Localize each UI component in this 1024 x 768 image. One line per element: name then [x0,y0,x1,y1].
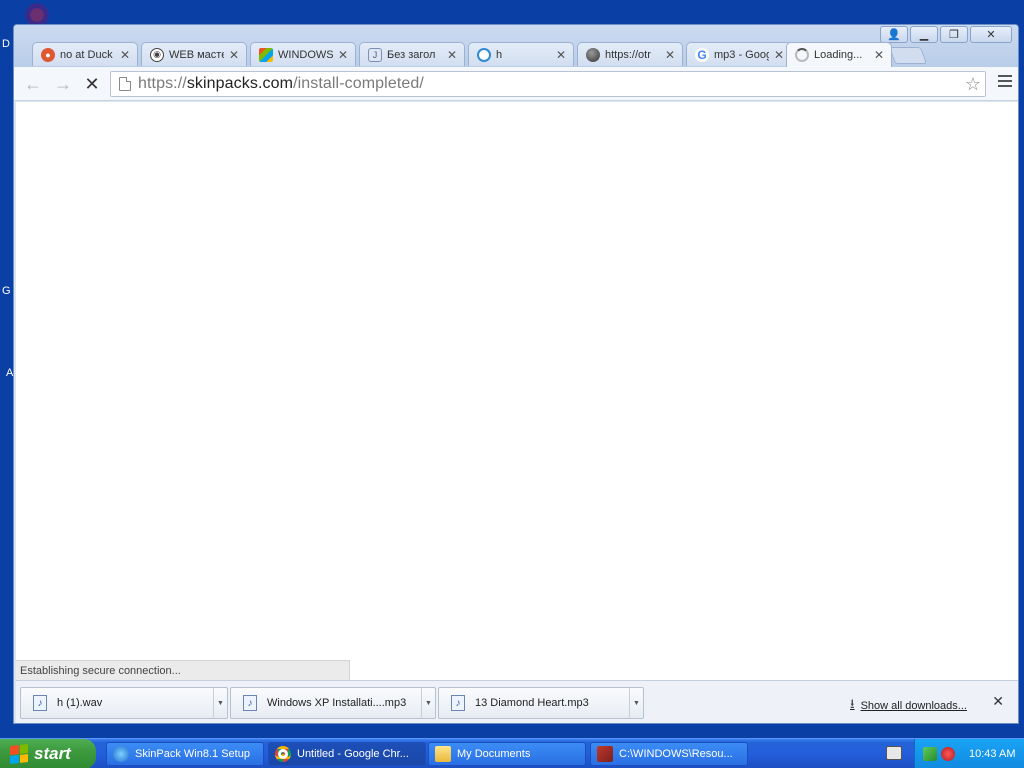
tab-windows[interactable]: WINDOWS ✕ [250,42,356,66]
download-item[interactable]: ♪ 13 Diamond Heart.mp3 ▼ [438,687,644,719]
maximize-button[interactable]: ❐ [940,26,968,43]
tab-close-icon[interactable]: ✕ [446,48,458,62]
download-filename: 13 Diamond Heart.mp3 [475,697,589,709]
tab-h[interactable]: h ✕ [468,42,574,66]
downloads-shelf: ♪ h (1).wav ▼ ♪ Windows XP Installati...… [16,680,1018,723]
tab-label: mp3 - Goog [714,48,769,61]
clock[interactable]: 10:43 AM [969,748,1015,760]
tab-close-icon[interactable]: ✕ [228,48,240,62]
download-icon: ⭳ [850,696,855,711]
resource-hacker-icon [597,746,613,762]
taskbar-button-label: C:\WINDOWS\Resou... [619,748,733,760]
google-icon: G [695,47,709,62]
taskbar-button-label: SkinPack Win8.1 Setup [135,748,250,760]
taskbar-button-resource[interactable]: C:\WINDOWS\Resou... [590,742,748,766]
tab-web-master[interactable]: ◉ WEB масте ✕ [141,42,247,66]
globe-icon [586,47,600,62]
tab-otr[interactable]: https://otr ✕ [577,42,683,66]
security-alert-icon[interactable] [941,747,955,761]
start-label: start [34,744,71,763]
download-dropdown-icon[interactable]: ▼ [421,688,435,718]
network-icon[interactable] [923,747,937,761]
loading-spinner-icon [795,48,809,62]
page-icon [119,77,131,91]
url-domain: skinpacks.com [186,75,294,92]
url-text[interactable]: https://skinpacks.com/install-completed/ [138,75,424,93]
shield-page-icon: J [368,47,382,62]
download-item[interactable]: ♪ h (1).wav ▼ [20,687,228,719]
tab-label: WEB масте [169,48,224,61]
status-bubble: Establishing secure connection... [16,660,350,680]
back-button[interactable]: ← [22,74,44,94]
taskbar-button-my-documents[interactable]: My Documents [428,742,586,766]
close-shelf-icon[interactable]: ✕ [992,693,1004,710]
download-dropdown-icon[interactable]: ▼ [213,688,227,718]
tab-untitled[interactable]: J Без загол ✕ [359,42,465,66]
tab-label: h [496,48,503,61]
address-bar[interactable]: https://skinpacks.com/install-completed/… [110,71,986,97]
tab-label: Без загол [387,48,436,61]
taskbar-button-label: Untitled - Google Chr... [297,748,409,760]
tab-label: no at Duck [60,48,113,61]
close-window-button[interactable]: ✕ [970,26,1012,43]
tab-label: https://otr [605,48,651,61]
folder-icon [435,746,451,762]
audio-file-icon: ♪ [243,695,257,711]
show-all-downloads-link[interactable]: ⭳ Show all downloads... [850,695,967,717]
tab-google-mp3[interactable]: G mp3 - Goog ✕ [686,42,792,66]
setup-icon [113,746,129,762]
download-dropdown-icon[interactable]: ▼ [629,688,643,718]
tab-close-icon[interactable]: ✕ [773,48,785,62]
taskbar: start SkinPack Win8.1 Setup Untitled - G… [0,738,1024,768]
keyboard-layout-icon[interactable] [886,746,902,760]
tab-strip: ● no at Duck ✕ ◉ WEB масте ✕ WINDOWS ✕ J… [14,25,1018,67]
taskbar-button-skinpack[interactable]: SkinPack Win8.1 Setup [106,742,264,766]
new-tab-button[interactable] [888,47,928,64]
audio-file-icon: ♪ [33,695,47,711]
show-all-downloads-label: Show all downloads... [860,700,967,712]
system-tray: 10:43 AM [914,739,1024,768]
tab-close-icon[interactable]: ✕ [119,48,131,62]
tab-duckduckgo[interactable]: ● no at Duck ✕ [32,42,138,66]
user-profile-button[interactable]: 👤 [880,26,908,43]
eye-logo-icon: ◉ [150,47,164,62]
tab-close-icon[interactable]: ✕ [555,48,567,62]
download-item[interactable]: ♪ Windows XP Installati....mp3 ▼ [230,687,436,719]
tab-close-icon[interactable]: ✕ [873,48,885,62]
tab-loading[interactable]: Loading... ✕ [786,42,892,67]
taskbar-button-chrome[interactable]: Untitled - Google Chr... [268,742,426,766]
desktop-icon-label-fragment: G [2,285,11,297]
duckduckgo-icon: ● [41,47,55,62]
tab-close-icon[interactable]: ✕ [664,48,676,62]
stop-button[interactable]: ✕ [81,74,103,94]
windows-flag-icon [10,744,28,764]
desktop-icon-label-fragment: D [2,38,10,50]
page-content [16,102,1018,680]
bookmark-star-icon[interactable]: ☆ [965,74,981,95]
window-controls: 👤 ▁ ❐ ✕ [878,26,1012,43]
chrome-menu-icon[interactable] [998,75,1012,90]
tab-label: Loading... [814,49,863,61]
minimize-button[interactable]: ▁ [910,26,938,43]
audio-file-icon: ♪ [451,695,465,711]
download-filename: h (1).wav [57,697,103,709]
forward-button[interactable]: → [52,74,74,94]
chrome-icon [275,746,291,762]
tab-label: WINDOWS [278,48,333,61]
chrome-window: ● no at Duck ✕ ◉ WEB масте ✕ WINDOWS ✕ J… [13,24,1019,724]
url-path: /install-completed/ [293,75,424,92]
tab-close-icon[interactable]: ✕ [337,48,349,62]
windows-logo-icon [259,47,273,62]
ring-logo-icon [477,47,491,62]
browser-toolbar: ← → ✕ https://skinpacks.com/install-comp… [14,67,1018,101]
start-button[interactable]: start [0,739,96,768]
url-scheme: https:// [138,75,187,92]
taskbar-button-label: My Documents [457,748,531,760]
download-filename: Windows XP Installati....mp3 [267,697,407,709]
